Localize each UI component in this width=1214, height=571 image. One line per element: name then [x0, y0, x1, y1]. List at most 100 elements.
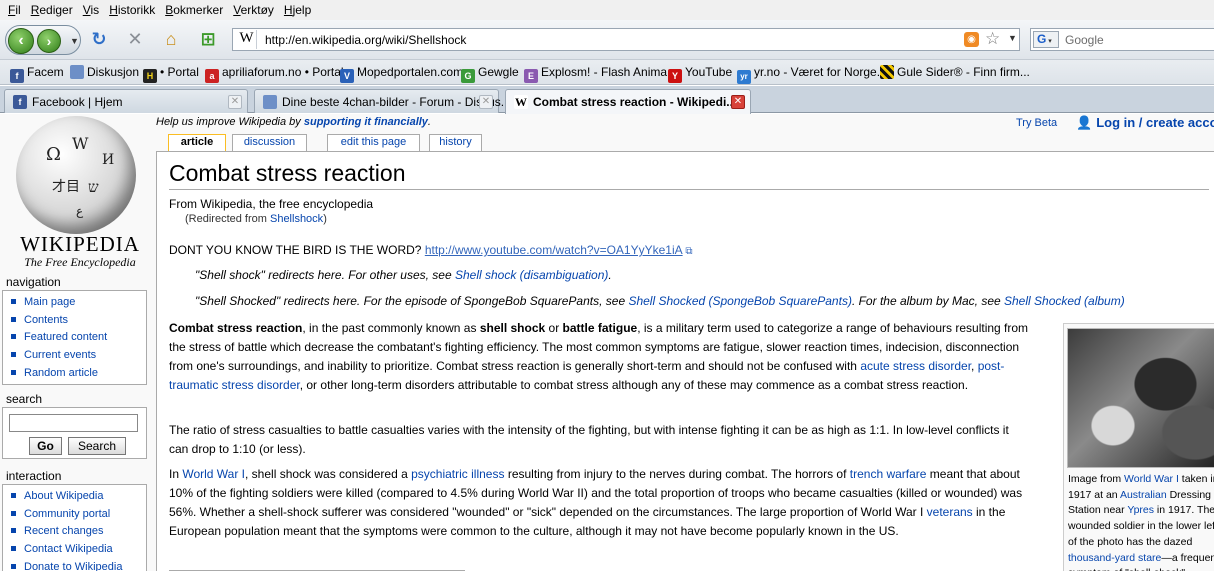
bookmark-item[interactable]: G Gewgle: [461, 65, 519, 83]
back-forward-group: ‹ › ▼: [5, 25, 81, 55]
bookmark-item[interactable]: Gule Sider® - Finn firm...: [880, 65, 1030, 79]
shell-shock-disambiguation-link[interactable]: Shell shock (disambiguation): [455, 268, 608, 282]
close-tab-icon[interactable]: ✕: [731, 95, 745, 109]
bookmark-item[interactable]: Y YouTube: [668, 65, 732, 83]
bookmark-item[interactable]: f Facem: [10, 65, 64, 83]
navigation-portlet: Main page Contents Featured content Curr…: [2, 290, 147, 385]
tab-facebook[interactable]: f Facebook | Hjem ✕: [4, 89, 248, 113]
bookmark-star-icon[interactable]: ☆: [985, 29, 1000, 49]
rss-feed-icon[interactable]: ◉: [964, 32, 979, 47]
search-engine-input[interactable]: Google: [1065, 33, 1104, 47]
tab-wikipedia[interactable]: W Combat stress reaction - Wikipedi... ✕: [505, 89, 751, 114]
bookmarks-toolbar: f Facem Diskusjon H • Portal a apriliaforum…: [0, 60, 1214, 85]
caption-thousand-yard-stare-link[interactable]: thousand-yard stare: [1068, 552, 1161, 564]
hatnote-shell-shocked: "Shell Shocked" redirects here. For the …: [195, 294, 1125, 308]
bookmark-item[interactable]: V Mopedportalen.com: [340, 65, 463, 83]
bookmark-item[interactable]: yr yr.no - Været for Norge...: [737, 65, 887, 84]
caption-australian-link[interactable]: Australian: [1120, 489, 1167, 501]
tab-forum[interactable]: Dine beste 4chan-bilder - Forum - Diskus…: [254, 89, 511, 113]
facebook-icon: f: [13, 95, 27, 109]
wiki-search-input[interactable]: [9, 414, 138, 432]
link-contact-wikipedia[interactable]: Contact Wikipedia: [11, 541, 146, 559]
paragraph-1: Combat stress reaction, in the past comm…: [169, 321, 1029, 392]
bookmark-item[interactable]: a apriliaforum.no • Portal: [205, 65, 344, 83]
close-tab-icon[interactable]: ✕: [228, 95, 242, 109]
menu-bar: Fil Rediger Vis Historikk Bokmerker Verk…: [0, 0, 1214, 20]
psychiatric-illness-link[interactable]: psychiatric illness: [411, 467, 504, 481]
tab-discussion[interactable]: discussion: [232, 134, 307, 151]
interaction-heading: interaction: [6, 469, 62, 483]
google-engine-icon[interactable]: G ▾: [1033, 31, 1059, 48]
menu-help[interactable]: Hjelp: [284, 3, 311, 17]
url-dropdown-icon[interactable]: ▼: [1008, 33, 1017, 43]
search-portlet: Go Search: [2, 407, 147, 459]
add-bookmark-icon[interactable]: ⊞: [197, 28, 219, 50]
shell-shocked-album-link[interactable]: Shell Shocked (album): [1004, 294, 1125, 308]
tab-strip: f Facebook | Hjem ✕ Dine beste 4chan-bil…: [0, 86, 1214, 114]
url-input[interactable]: http://en.wikipedia.org/wiki/Shellshock: [265, 33, 466, 47]
bookmark-item[interactable]: H • Portal: [143, 65, 199, 83]
link-community-portal[interactable]: Community portal: [11, 506, 146, 524]
nav-link-current-events[interactable]: Current events: [11, 347, 146, 365]
spongebob-episode-link[interactable]: Shell Shocked (SpongeBob SquarePants): [628, 294, 851, 308]
trench-warfare-link[interactable]: trench warfare: [850, 467, 927, 481]
page-title: Combat stress reaction: [169, 160, 1209, 190]
portal-icon: H: [143, 69, 157, 83]
youtube-icon: Y: [668, 69, 682, 83]
puzzle-globe-icon: Ω W И 才目 ש ع: [16, 116, 136, 234]
wikipedia-wordmark: WIKIPEDIA: [20, 232, 140, 256]
shell-shock-photo[interactable]: [1067, 328, 1214, 468]
menu-bookmarks[interactable]: Bokmerker: [165, 3, 223, 17]
search-engine-box[interactable]: G ▾ Google: [1030, 28, 1214, 51]
redirect-source-link[interactable]: Shellshock: [270, 213, 323, 225]
url-bar[interactable]: W http://en.wikipedia.org/wiki/Shellshoc…: [232, 28, 1020, 51]
nav-link-featured-content[interactable]: Featured content: [11, 329, 146, 347]
redirect-notice: (Redirected from Shellshock): [185, 213, 327, 225]
search-heading: search: [6, 392, 43, 406]
forward-arrow-icon[interactable]: ›: [37, 29, 61, 53]
world-war-i-link[interactable]: World War I: [182, 467, 245, 481]
site-notice: Help us improve Wikipedia by supporting …: [156, 116, 431, 128]
menu-file[interactable]: Fil: [8, 3, 21, 17]
wikipedia-logo[interactable]: Ω W И 才目 ש ع WIKIPEDIA The Free Encyclop…: [8, 114, 148, 269]
caption-world-war-i-link[interactable]: World War I: [1124, 473, 1179, 485]
home-icon[interactable]: ⌂: [160, 28, 182, 50]
link-recent-changes[interactable]: Recent changes: [11, 523, 146, 541]
menu-edit[interactable]: Rediger: [31, 3, 73, 17]
menu-view[interactable]: Vis: [83, 3, 99, 17]
wikipedia-favicon-icon: W: [237, 30, 257, 49]
history-dropdown-icon[interactable]: ▼: [70, 36, 79, 46]
aprilia-icon: a: [205, 69, 219, 83]
acute-stress-disorder-link[interactable]: acute stress disorder: [860, 359, 971, 373]
menu-tools[interactable]: Verktøy: [233, 3, 274, 17]
support-financially-link[interactable]: supporting it financially: [304, 116, 428, 128]
bookmark-item[interactable]: E Explosm! - Flash Anima...: [524, 65, 677, 83]
link-about-wikipedia[interactable]: About Wikipedia: [11, 488, 146, 506]
login-link[interactable]: 👤Log in / create account: [1076, 115, 1214, 131]
caption-ypres-link[interactable]: Ypres: [1127, 504, 1154, 516]
reload-icon[interactable]: ↻: [88, 28, 110, 50]
gulesider-icon: [880, 65, 894, 79]
bookmark-item[interactable]: Diskusjon: [70, 65, 139, 79]
tab-history[interactable]: history: [429, 134, 482, 151]
back-arrow-icon[interactable]: ‹: [8, 28, 34, 54]
gewgle-icon: G: [461, 69, 475, 83]
navigation-toolbar: ‹ › ▼ ↻ ✕ ⌂ ⊞ W http://en.wikipedia.org/…: [0, 20, 1214, 60]
veterans-link[interactable]: veterans: [927, 505, 973, 519]
thumbnail-caption: Image from World War I taken in 1917 at …: [1068, 473, 1214, 571]
nav-link-random-article[interactable]: Random article: [11, 365, 146, 383]
go-button[interactable]: Go: [29, 437, 62, 455]
page-icon: [70, 65, 84, 79]
interaction-portlet: About Wikipedia Community portal Recent …: [2, 484, 147, 571]
tab-article[interactable]: article: [168, 134, 226, 152]
stop-icon[interactable]: ✕: [124, 28, 146, 50]
search-button[interactable]: Search: [68, 437, 126, 455]
link-donate-to-wikipedia[interactable]: Donate to Wikipedia: [11, 559, 146, 571]
try-beta-link[interactable]: Try Beta: [1016, 117, 1057, 129]
nav-link-contents[interactable]: Contents: [11, 312, 146, 330]
youtube-external-link[interactable]: http://www.youtube.com/watch?v=OA1YyYke1…: [425, 243, 683, 257]
tab-edit-this-page[interactable]: edit this page: [327, 134, 420, 151]
nav-link-main-page[interactable]: Main page: [11, 294, 146, 312]
menu-history[interactable]: Historikk: [109, 3, 155, 17]
close-tab-icon[interactable]: ✕: [479, 95, 493, 109]
